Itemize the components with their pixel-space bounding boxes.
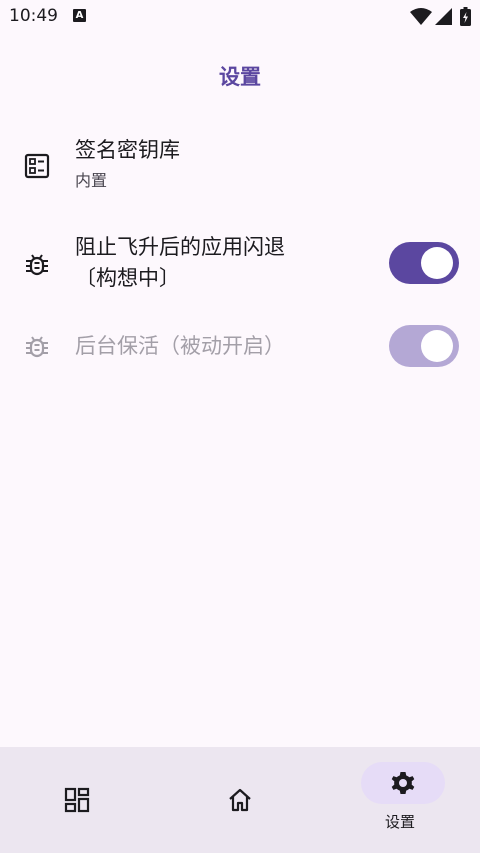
nav-item-home[interactable] bbox=[160, 747, 320, 853]
bug-icon bbox=[26, 336, 48, 358]
settings-item-subtitle: 〔构想中〕 bbox=[75, 266, 180, 290]
page-title: 设置 bbox=[219, 65, 261, 89]
wifi-icon bbox=[410, 8, 432, 25]
settings-item-subtitle: 内置 bbox=[75, 171, 108, 190]
gear-icon bbox=[391, 772, 415, 794]
toggle-knob bbox=[421, 330, 453, 362]
toggle-knob bbox=[421, 247, 453, 279]
bottom-navigation: 设置 bbox=[0, 747, 480, 853]
settings-item-keep-alive[interactable]: 后台保活（被动开启） bbox=[0, 325, 480, 369]
nav-item-settings[interactable]: 设置 bbox=[320, 747, 480, 853]
status-time: 10:49 bbox=[9, 6, 58, 26]
settings-item-title: 阻止飞升后的应用闪退 bbox=[75, 235, 285, 259]
nav-item-dashboard[interactable] bbox=[0, 747, 160, 853]
settings-item-title: 后台保活（被动开启） bbox=[75, 334, 285, 358]
notification-icon: A bbox=[73, 9, 86, 22]
nav-item-settings-label: 设置 bbox=[384, 813, 415, 831]
prevent-crash-toggle[interactable] bbox=[389, 242, 459, 284]
keep-alive-toggle[interactable] bbox=[389, 325, 459, 367]
signal-icon bbox=[435, 8, 452, 25]
bug-icon bbox=[26, 254, 48, 276]
home-icon bbox=[229, 788, 251, 812]
dashboard-icon bbox=[64, 787, 90, 813]
settings-item-prevent-crash[interactable]: 阻止飞升后的应用闪退 〔构想中〕 bbox=[0, 230, 480, 300]
status-bar: 10:49 A bbox=[0, 0, 480, 34]
battery-icon bbox=[460, 7, 471, 26]
settings-item-keystore[interactable]: 签名密钥库 内置 bbox=[0, 133, 480, 203]
settings-item-title: 签名密钥库 bbox=[75, 138, 180, 162]
keystore-icon bbox=[24, 153, 50, 179]
